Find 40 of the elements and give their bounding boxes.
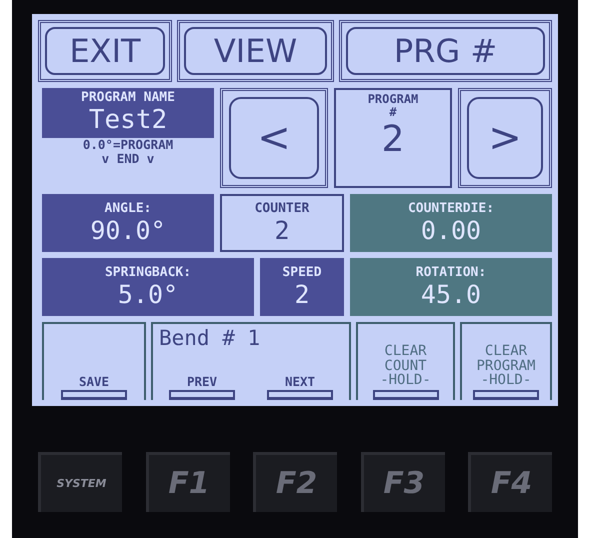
field-label: ROTATION: [416,265,486,282]
program-name-label: PROGRAM NAME [81,90,175,106]
field-label: COUNTERDIE: [408,201,494,218]
hardware-key[interactable]: F4 [468,452,552,512]
field-label: COUNTER [254,201,310,218]
screen-button[interactable]: PRG # [346,27,545,75]
field-value: 2 [274,217,290,245]
field-label: SPRINGBACK: [104,265,192,282]
hardware-key[interactable]: F1 [146,452,230,512]
softkey-marker-icon [473,390,539,400]
softkey-marker-icon [267,390,333,400]
field-label: SPEED [282,265,322,282]
hardware-key[interactable]: F3 [360,452,444,512]
softkey-label[interactable]: SAVE [78,374,110,388]
field-value: 2 [294,281,310,309]
field-value: 45.0 [420,281,482,309]
softkey-marker-icon [61,390,127,400]
program-number-value: 2 [382,118,404,162]
field-value: 90.0° [90,217,166,245]
hardware-key[interactable]: F2 [253,452,337,512]
field-value: 5.0° [118,281,178,309]
program-number-label: # [389,106,397,118]
screen-button[interactable]: VIEW [184,27,327,75]
hint-text: v END v [102,152,154,166]
field-label: ANGLE: [104,201,152,218]
bend-number-display: Bend # 1 [158,325,262,350]
hardware-key[interactable]: SYSTEM [38,452,122,512]
softkey-marker-icon [169,390,235,400]
softkey-label[interactable]: NEXT [284,374,316,388]
arrow-button[interactable]: < [229,97,319,179]
field-value: 0.00 [420,217,482,245]
softkey-label[interactable]: CLEAR COUNT -HOLD- [380,344,431,388]
softkey-label[interactable]: PREV [186,374,218,388]
softkey-label[interactable]: CLEAR PROGRAM -HOLD- [476,344,536,388]
program-number-label: PROGRAM [368,93,418,106]
program-name-value: Test2 [88,106,168,134]
screen-button[interactable]: EXIT [45,27,165,75]
arrow-button[interactable]: > [467,97,543,179]
hint-text: 0.0°=PROGRAM [82,138,174,152]
softkey-marker-icon [372,390,438,400]
